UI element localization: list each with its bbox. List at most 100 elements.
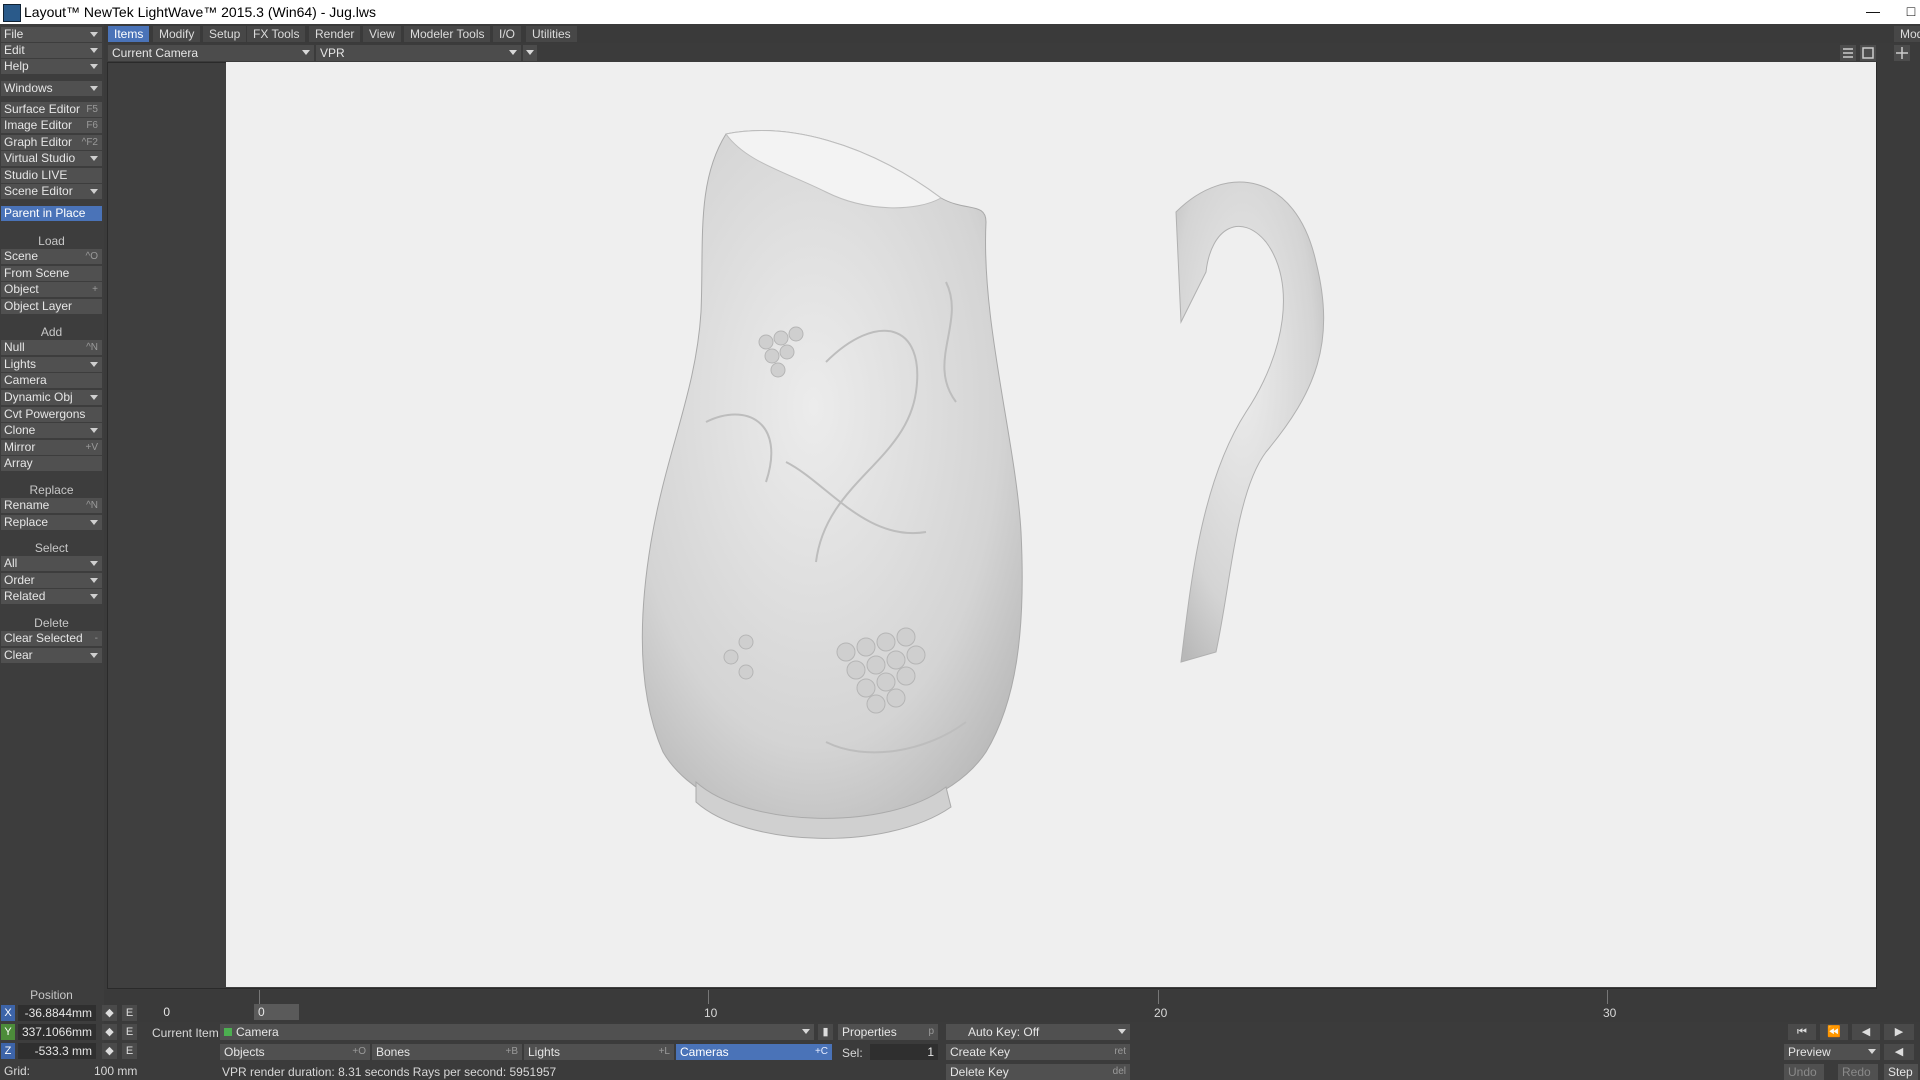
position-z-field[interactable]: -533.3 mm [18,1043,96,1059]
tab-modeler-switch[interactable]: Mod [1894,26,1920,42]
drag-arrows-icon[interactable]: ◆ [102,1005,117,1021]
load-scene-button[interactable]: Scene ^O [1,249,102,264]
list-view-icon[interactable] [1840,45,1856,61]
select-related-menu[interactable]: Related [1,589,102,604]
drag-arrows-icon[interactable]: ◆ [102,1024,117,1040]
vpr-render-view[interactable] [226,62,1876,987]
minimize-button[interactable]: — [1858,0,1888,24]
chevron-down-icon [1868,1049,1876,1054]
add-camera-button[interactable]: Camera [1,373,102,388]
chevron-down-icon [90,32,98,37]
grid-value: 100 mm [94,1064,138,1078]
chevron-down-icon [90,395,98,400]
auto-key-select[interactable]: Auto Key: Off [946,1024,1130,1040]
select-all-menu[interactable]: All [1,556,102,571]
viewport-options-button[interactable] [523,45,537,61]
position-y-field[interactable]: 337.1066mm [18,1024,96,1040]
chevron-down-icon [90,653,98,658]
go-to-start-icon[interactable]: ⏮ [1788,1024,1816,1040]
chevron-down-icon [90,520,98,525]
step-button[interactable]: Step [1884,1064,1918,1080]
x-axis-label: X [1,1005,15,1021]
chevron-down-icon [90,362,98,367]
restore-button[interactable]: □ [1896,0,1920,24]
chevron-down-icon [90,428,98,433]
parent-in-place-toggle[interactable]: Parent in Place [1,206,102,221]
timeline-slider-thumb[interactable]: 0 [254,1004,299,1020]
tab-modeler-tools[interactable]: Modeler Tools [404,26,491,42]
tab-io[interactable]: I/O [493,26,522,42]
clear-menu[interactable]: Clear [1,648,102,663]
previous-key-icon[interactable]: ⏪ [1820,1024,1848,1040]
clone-menu[interactable]: Clone [1,423,102,438]
drag-arrows-icon[interactable]: ◆ [102,1043,117,1059]
envelope-button[interactable]: E [122,1024,137,1040]
array-button[interactable]: Array [1,456,102,471]
load-from-scene-button[interactable]: From Scene [1,266,102,281]
render-mode-select[interactable]: VPR [316,45,521,61]
timeline-tick-label: 10 [704,1006,718,1020]
surface-editor-button[interactable]: Surface Editor F5 [1,102,102,117]
position-x-field[interactable]: -36.8844mm [18,1005,96,1021]
edit-bones-button[interactable]: Bones +B [372,1044,522,1060]
scene-editor-menu[interactable]: Scene Editor [1,184,102,199]
play-forward-icon[interactable]: ▶ [1884,1024,1914,1040]
virtual-studio-menu[interactable]: Virtual Studio [1,151,102,166]
edit-menu[interactable]: Edit [1,43,102,58]
play-reverse-icon[interactable]: ◀ [1884,1044,1914,1060]
chevron-down-icon [90,48,98,53]
y-axis-label: Y [1,1024,15,1040]
load-object-layer-button[interactable]: Object Layer [1,299,102,314]
delete-key-button[interactable]: Delete Key del [946,1064,1130,1080]
chevron-down-icon [526,50,534,55]
current-item-select[interactable]: Camera [220,1024,814,1040]
selection-count-value: 1 [870,1044,938,1060]
envelope-button[interactable]: E [122,1043,137,1059]
clear-selected-button[interactable]: Clear Selected - [1,631,102,646]
left-toolbar: File Edit Help Windows Surface Editor F5 … [0,24,104,1080]
item-info-icon[interactable]: ▮ [818,1024,833,1040]
file-menu[interactable]: File [1,27,102,42]
chevron-down-icon [802,1029,810,1034]
chevron-down-icon [90,189,98,194]
edit-objects-button[interactable]: Objects +O [220,1044,370,1060]
graph-editor-button[interactable]: Graph Editor ^F2 [1,135,102,150]
envelope-button[interactable]: E [122,1005,137,1021]
viewport-layout-icon[interactable] [1894,45,1910,61]
tab-utilities[interactable]: Utilities [526,26,577,42]
tab-modify[interactable]: Modify [153,26,201,42]
edit-cameras-button[interactable]: Cameras +C [676,1044,832,1060]
windows-menu[interactable]: Windows [1,81,102,96]
timeline[interactable]: 10 20 30 0 0 [104,990,1920,1022]
redo-button[interactable]: Redo [1838,1064,1878,1080]
undo-button[interactable]: Undo [1784,1064,1824,1080]
position-header: Position [30,988,73,1002]
studio-live-button[interactable]: Studio LIVE [1,168,102,183]
maximize-viewport-icon[interactable] [1860,45,1876,61]
timeline-tick [259,990,260,1004]
properties-button[interactable]: Properties p [838,1024,938,1040]
tab-setup[interactable]: Setup [203,26,247,42]
chevron-down-icon [90,578,98,583]
title-bar: Layout™ NewTek LightWave™ 2015.3 (Win64)… [0,0,1920,24]
help-menu[interactable]: Help [1,59,102,74]
image-editor-button[interactable]: Image Editor F6 [1,118,102,133]
tab-fx-tools[interactable]: FX Tools [247,26,306,42]
cvt-powergons-button[interactable]: Cvt Powergons [1,407,102,422]
load-object-button[interactable]: Object + [1,282,102,297]
add-null-button[interactable]: Null ^N [1,340,102,355]
replace-menu[interactable]: Replace [1,515,102,530]
tab-render[interactable]: Render [309,26,361,42]
preview-select[interactable]: Preview [1784,1044,1880,1060]
tab-view[interactable]: View [363,26,401,42]
edit-lights-button[interactable]: Lights +L [524,1044,674,1060]
add-lights-menu[interactable]: Lights [1,357,102,372]
rename-button[interactable]: Rename ^N [1,498,102,513]
view-type-select[interactable]: Current Camera [108,45,314,61]
create-key-button[interactable]: Create Key ret [946,1044,1130,1060]
tab-items[interactable]: Items [108,26,150,42]
select-order-menu[interactable]: Order [1,573,102,588]
mirror-button[interactable]: Mirror +V [1,440,102,455]
previous-frame-icon[interactable]: ◀ [1852,1024,1880,1040]
dynamic-obj-menu[interactable]: Dynamic Obj [1,390,102,405]
